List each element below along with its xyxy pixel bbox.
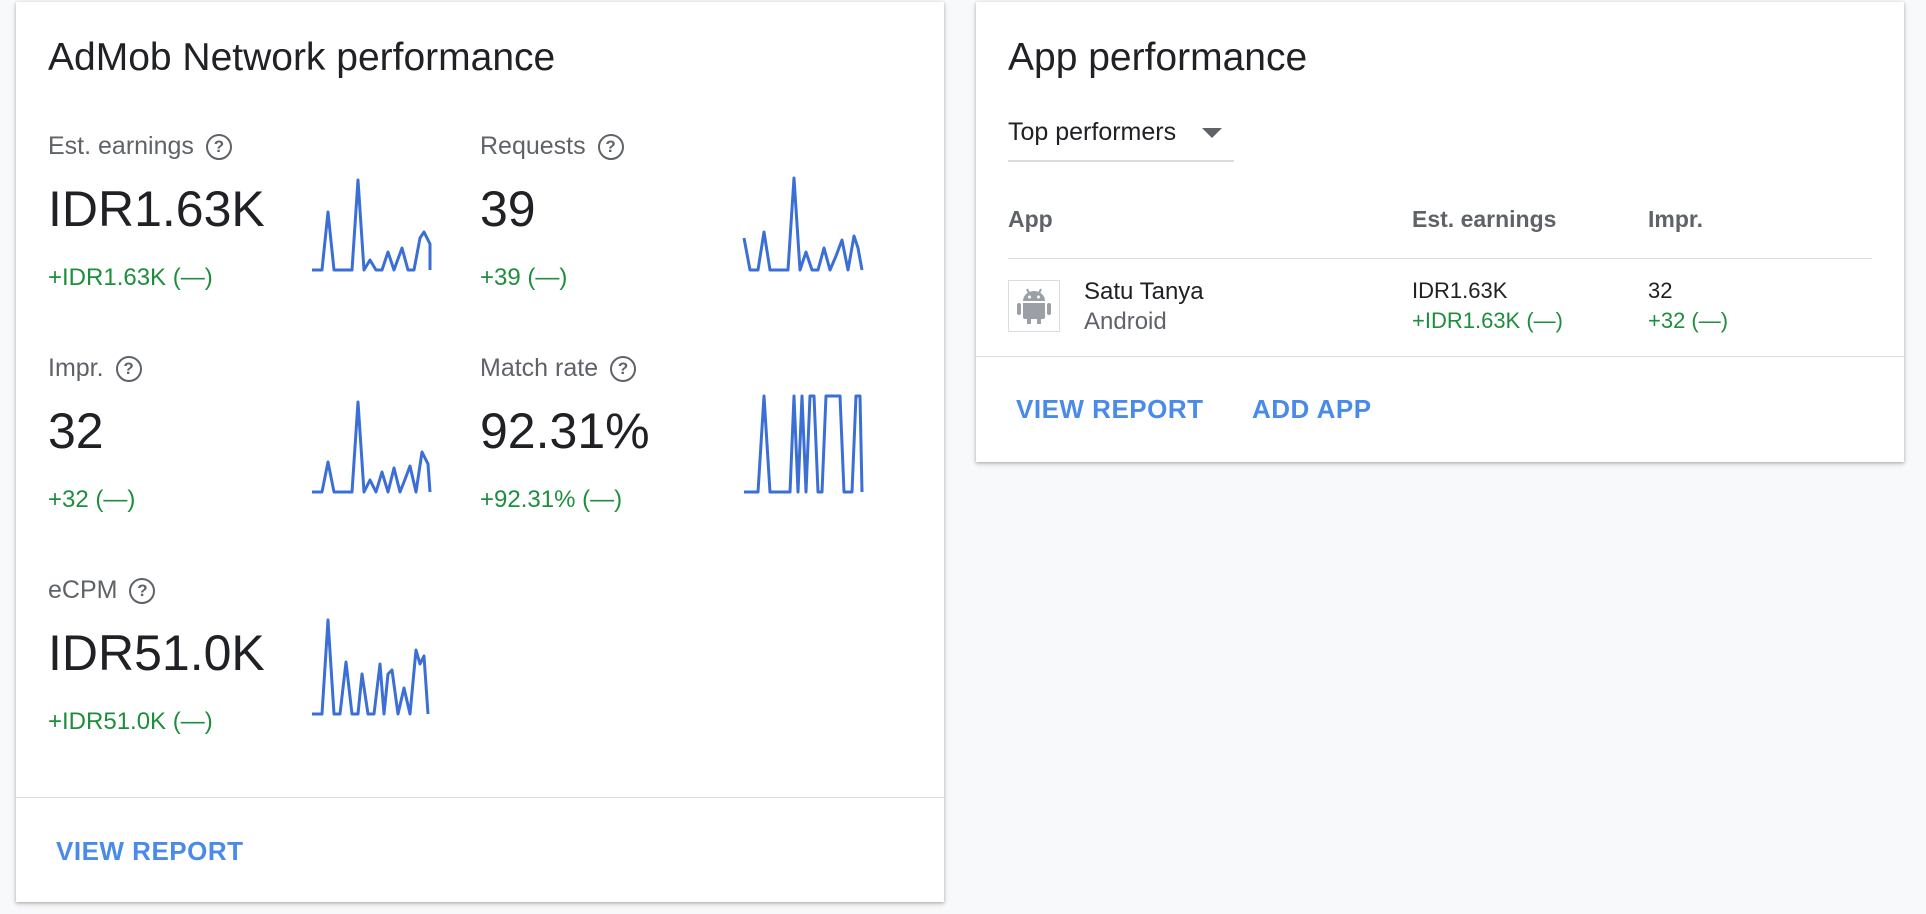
app-card-title: App performance: [1008, 36, 1308, 79]
add-app-button[interactable]: ADD APP: [1252, 394, 1372, 425]
network-card-title: AdMob Network performance: [48, 36, 556, 79]
metric-value: 32: [48, 403, 104, 459]
help-icon[interactable]: ?: [129, 577, 156, 604]
table-header-divider: [1008, 258, 1872, 259]
metric-delta: +92.31% (—): [480, 486, 623, 513]
metric-delta: +32 (—): [48, 486, 136, 513]
metric-label: Match rate: [480, 354, 599, 382]
dropdown-label: Top performers: [1008, 118, 1177, 146]
metric-delta: +IDR1.63K (—): [48, 264, 213, 291]
android-icon: [1008, 280, 1060, 332]
column-header-est-earnings: Est. earnings: [1412, 206, 1557, 232]
app-impr: 32: [1648, 278, 1673, 303]
app-est-earnings-delta: +IDR1.63K (—): [1412, 308, 1563, 333]
metric-label: eCPM: [48, 576, 118, 604]
metric-match-rate: Match rate ? 92.31% +92.31% (—): [480, 354, 912, 554]
help-icon[interactable]: ?: [597, 133, 624, 160]
app-performance-card: App performance Top performers App Est. …: [976, 2, 1904, 462]
view-report-button[interactable]: VIEW REPORT: [1016, 394, 1204, 425]
help-icon[interactable]: ?: [115, 355, 142, 382]
metric-label: Requests: [480, 132, 586, 160]
metric-label: Impr.: [48, 354, 104, 382]
app-name: Satu Tanya: [1084, 278, 1204, 305]
card-divider: [16, 797, 944, 798]
metric-est-earnings: Est. earnings ? IDR1.63K +IDR1.63K (—): [48, 132, 480, 332]
metric-value: IDR1.63K: [48, 181, 265, 237]
app-impr-delta: +32 (—): [1648, 308, 1729, 333]
metric-value: IDR51.0K: [48, 625, 265, 681]
caret-down-icon: [1202, 128, 1222, 138]
app-platform: Android: [1084, 308, 1167, 335]
metric-requests: Requests ? 39 +39 (—): [480, 132, 912, 332]
metric-value: 92.31%: [480, 403, 650, 459]
performers-dropdown[interactable]: Top performers: [1008, 114, 1234, 162]
sparkline-match-rate: [744, 394, 864, 494]
metric-value: 39: [480, 181, 536, 237]
sparkline-ecpm: [312, 618, 430, 716]
view-report-button[interactable]: VIEW REPORT: [56, 836, 244, 867]
metric-ecpm: eCPM ? IDR51.0K +IDR51.0K (—): [48, 576, 480, 776]
card-divider: [976, 356, 1904, 357]
metric-delta: +39 (—): [480, 264, 568, 291]
network-performance-card: AdMob Network performance Est. earnings …: [16, 2, 944, 902]
metric-label: Est. earnings: [48, 132, 194, 160]
sparkline-requests: [742, 176, 864, 272]
metric-delta: +IDR51.0K (—): [48, 708, 213, 735]
app-est-earnings: IDR1.63K: [1412, 278, 1508, 303]
column-header-impr: Impr.: [1648, 206, 1703, 232]
help-icon[interactable]: ?: [205, 133, 232, 160]
help-icon[interactable]: ?: [610, 355, 637, 382]
metric-impressions: Impr. ? 32 +32 (—): [48, 354, 480, 554]
sparkline-est-earnings: [312, 178, 432, 272]
sparkline-impressions: [312, 400, 432, 494]
column-header-app: App: [1008, 206, 1053, 232]
